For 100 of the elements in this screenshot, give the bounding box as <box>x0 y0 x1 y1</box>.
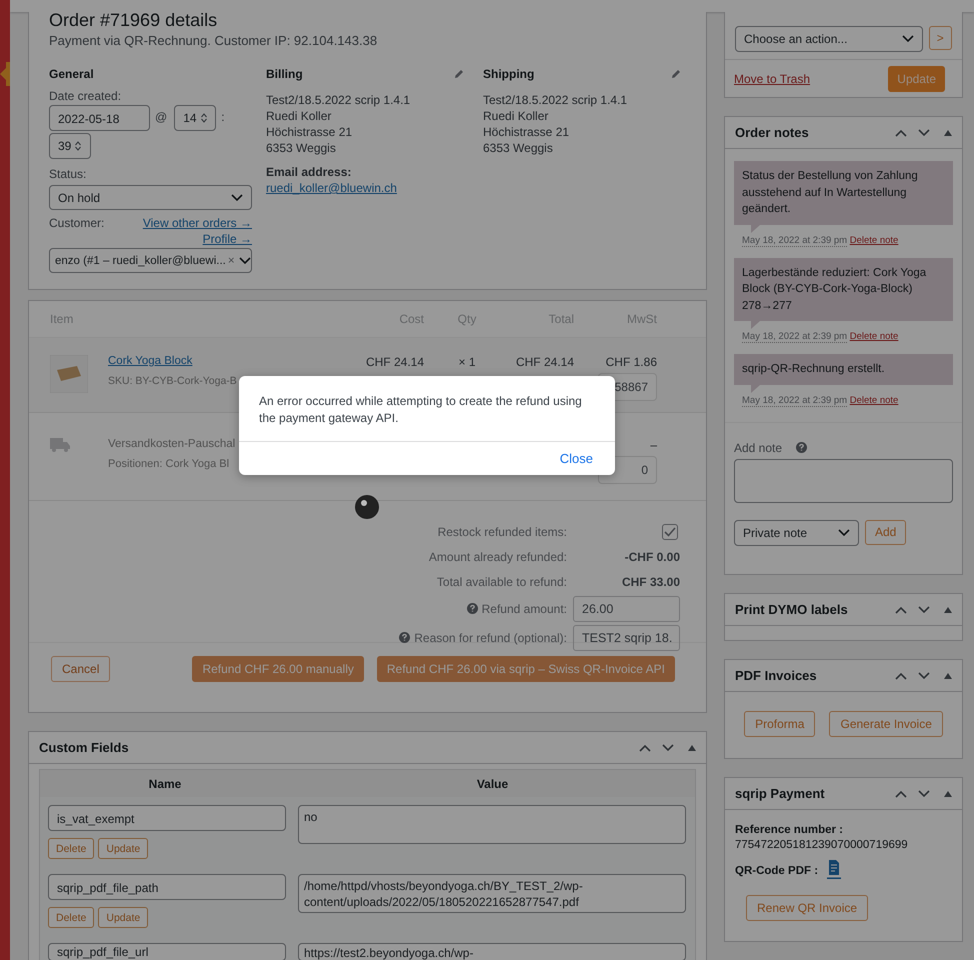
triangle-icon[interactable] <box>944 672 952 678</box>
note-date: May 18, 2022 at 2:39 pm <box>742 394 848 406</box>
triangle-icon[interactable] <box>944 606 952 612</box>
spinner-icon <box>355 495 379 519</box>
note-field[interactable] <box>734 458 953 502</box>
error-message: An error occurred while attempting to create the refund using the payment gateway API. <box>258 393 583 426</box>
chevron-down-icon[interactable] <box>918 672 930 680</box>
refund-amount-field[interactable]: 26.00 <box>573 596 680 622</box>
delete-note-link[interactable]: Delete note <box>850 234 898 246</box>
chevron-up-icon[interactable] <box>895 606 907 614</box>
triangle-icon[interactable] <box>944 130 952 136</box>
restock-checkbox[interactable] <box>662 524 678 540</box>
status-select[interactable]: On hold <box>49 185 252 210</box>
invoice-button[interactable]: Proforma <box>744 711 816 737</box>
triangle-icon[interactable] <box>688 744 696 750</box>
note-type-select[interactable]: Private note <box>734 520 859 546</box>
pointer-icon <box>0 62 10 86</box>
chevron-down-icon[interactable] <box>662 744 674 752</box>
cancel-button[interactable]: Cancel <box>51 656 110 682</box>
renew-button[interactable]: Renew QR Invoice <box>746 895 868 921</box>
chevron-down-icon <box>238 256 251 264</box>
order-title: Order #71969 details <box>49 12 218 28</box>
note-date: May 18, 2022 at 2:39 pm <box>742 234 848 246</box>
triangle-icon[interactable] <box>944 790 952 796</box>
pencil-icon[interactable] <box>454 69 464 79</box>
help-icon <box>796 442 808 453</box>
meta-button[interactable]: Update <box>98 907 148 928</box>
note-date: May 18, 2022 at 2:39 pm <box>742 331 848 343</box>
field-label: Add note <box>734 440 782 454</box>
refund-api-button[interactable]: Refund CHF 26.00 via sqrip – Swiss QR-Invoice API <box>376 656 675 682</box>
pencil-icon[interactable] <box>671 69 681 79</box>
meta-button[interactable]: Delete <box>48 907 94 928</box>
item-meta: Positionen: Cork Yoga Bl <box>108 458 230 470</box>
delete-note-link[interactable]: Delete note <box>850 394 898 406</box>
email-link[interactable]: ruedi_koller@bluewin.ch <box>266 181 397 195</box>
customer-select[interactable]: enzo (#1 – ruedi_koller@bluewi... × <box>49 248 252 273</box>
truck-icon <box>50 438 70 452</box>
chevron-down-icon <box>231 194 243 202</box>
billing-address: Test2/18.5.2022 scrip 1.4.1 Ruedi Koller Höchistrasse 21 6353 Weggis <box>266 92 412 156</box>
email-label: Email address: <box>266 165 352 179</box>
go-button[interactable]: > <box>928 26 952 50</box>
add-note-button[interactable]: Add <box>865 520 906 544</box>
section-heading: Billing <box>266 67 303 81</box>
delete-note-link[interactable]: Delete note <box>850 331 898 342</box>
chevron-up-icon[interactable] <box>895 672 907 680</box>
chevron-down-icon[interactable] <box>918 128 930 136</box>
name-field[interactable]: is_vat_exempt <box>48 805 286 831</box>
reference-number: 775472205181239070000719699 <box>735 838 909 853</box>
order-subtitle: Payment via QR-Rechnung. Customer IP: 92.104.143.38 <box>49 33 378 48</box>
document-icon[interactable] <box>826 859 842 879</box>
action-select[interactable]: Choose an action... <box>735 26 923 52</box>
column-header: Value <box>476 776 510 790</box>
field-label: Amount already refunded: <box>428 548 568 566</box>
hour-field[interactable]: 14 <box>174 105 216 131</box>
trash-link[interactable]: Move to Trash <box>734 72 810 86</box>
refund-manual-button[interactable]: Refund CHF 26.00 manually <box>192 656 364 682</box>
chevron-down-icon[interactable] <box>918 606 930 614</box>
clear-icon[interactable]: × <box>228 254 235 266</box>
field-label: Reference number : <box>735 823 844 838</box>
refunded-amount: -CHF 0.00 <box>624 548 680 566</box>
stepper-icon[interactable] <box>75 141 82 151</box>
close-button[interactable]: Close <box>560 451 593 466</box>
value-field[interactable]: /home/httpd/vhosts/beyondyoga.ch/BY_TEST_2/wp-content/uploads/2022/05/180520221652877547.pdf <box>298 874 686 913</box>
colon-sign: : <box>220 110 226 124</box>
field-label: Date created: <box>49 89 122 103</box>
chevron-up-icon[interactable] <box>895 790 907 798</box>
qty-cell: × 1 <box>458 355 476 369</box>
field-label: Customer: <box>49 216 104 230</box>
name-field[interactable]: sqrip_pdf_file_path <box>48 874 286 900</box>
chevron-up-icon[interactable] <box>895 128 907 136</box>
item-name: Versandkosten-Pauschal <box>108 438 236 450</box>
chevron-down-icon <box>838 528 850 536</box>
profile-link[interactable]: Profile → <box>202 232 252 246</box>
meta-button[interactable]: Delete <box>48 838 94 859</box>
stepper-icon[interactable] <box>200 113 207 123</box>
chevron-up-icon[interactable] <box>639 744 651 752</box>
meta-button[interactable]: Update <box>98 838 148 859</box>
panel-title: sqrip Payment <box>735 786 825 801</box>
field-label: Reason for refund (optional): <box>414 630 567 644</box>
tax-cell: CHF 1.86 <box>606 355 657 369</box>
minute-field[interactable]: 39 <box>49 133 91 159</box>
value-field[interactable]: https://test2.beyondyoga.ch/wp- <box>298 943 686 960</box>
column-header: Name <box>148 776 182 790</box>
panel-title: Order notes <box>735 125 809 140</box>
available-amount: CHF 33.00 <box>620 574 680 590</box>
chevron-down-icon <box>902 35 914 43</box>
name-field[interactable]: sqrip_pdf_file_url <box>48 943 286 960</box>
refund-reason-field[interactable]: TEST2 sqrip 18. <box>573 624 680 650</box>
view-orders-link[interactable]: View other orders → <box>142 216 252 230</box>
date-field[interactable]: 2022-05-18 <box>49 105 150 131</box>
cost-cell: CHF 24.14 <box>366 355 424 369</box>
invoice-button[interactable]: Generate Invoice <box>829 711 943 737</box>
chevron-down-icon[interactable] <box>918 790 930 798</box>
field-label: Restock refunded items: <box>436 524 568 540</box>
product-link[interactable]: Cork Yoga Block <box>108 355 192 367</box>
value-field[interactable]: no <box>298 805 686 844</box>
total-cell: CHF 24.14 <box>516 355 574 369</box>
item-meta: SKU: BY-CYB-Cork-Yoga-B <box>108 375 238 387</box>
at-sign: @ <box>154 110 168 124</box>
section-heading: Shipping <box>483 67 534 81</box>
